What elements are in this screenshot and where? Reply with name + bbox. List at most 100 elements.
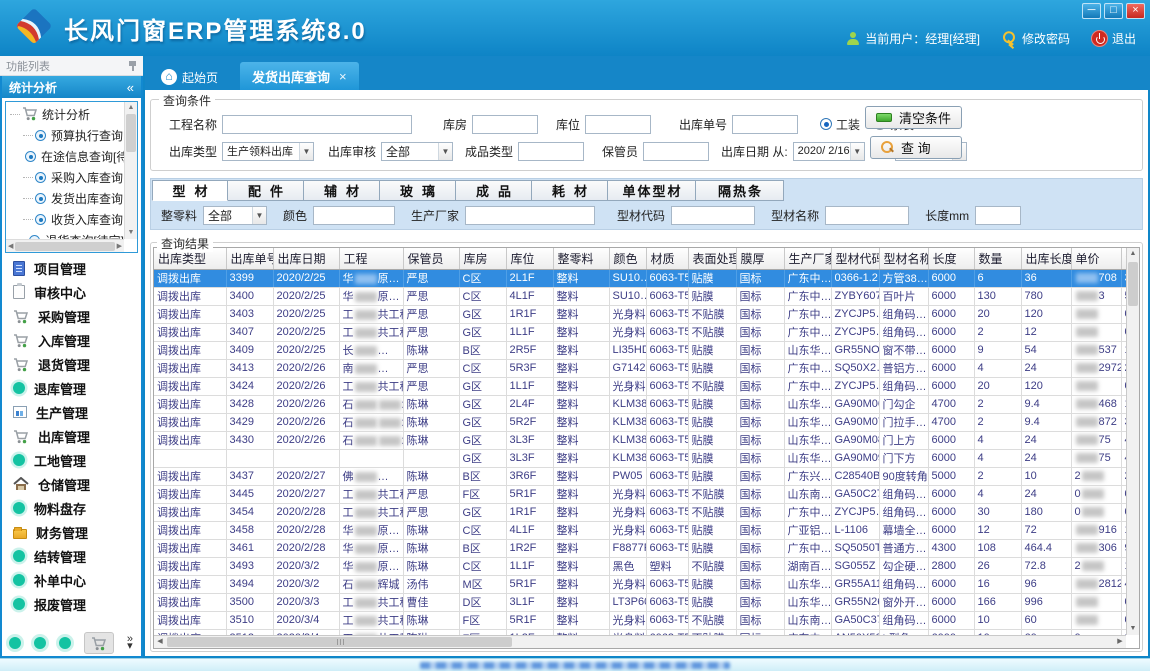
result-row[interactable]: 调拨出库34612020/2/28华原…陈琳B区1R2F整料F8877FT606… — [154, 539, 1126, 557]
material-tab-单体型材[interactable]: 单体型材 — [608, 180, 696, 201]
product-type-input[interactable] — [518, 142, 584, 161]
section-header[interactable]: 统计分析 « — [2, 76, 141, 98]
tree-item[interactable]: 采购入库查询 — [10, 167, 124, 188]
result-row[interactable]: 调拨出库34292020/2/26石城陈琳G区5R2F整料KLM38176063… — [154, 413, 1126, 431]
column-header[interactable]: 长度 — [928, 248, 974, 269]
out-audit-select[interactable]: 全部▼ — [381, 142, 453, 161]
sidebar-item-退库管理[interactable]: 退库管理 — [2, 376, 141, 400]
code-input[interactable] — [671, 206, 755, 225]
result-row[interactable]: 调拨出库34092020/2/25长…陈琳B区2R5F整料LI35HD6063-… — [154, 341, 1126, 359]
location-input[interactable] — [585, 115, 651, 134]
grid-vertical-scrollbar[interactable]: ▲ ▼ — [1126, 248, 1139, 635]
result-row[interactable]: 调拨出库34002020/2/25华原…严思C区4L1F整料SU10…6063-… — [154, 287, 1126, 305]
tree-horizontal-scrollbar[interactable]: ◀▶ — [6, 239, 124, 252]
column-header[interactable]: 出库单号 — [226, 248, 273, 269]
result-row[interactable]: 调拨出库35102020/3/4工共工程陈琳F区5R1F整料光身料6063-T5… — [154, 611, 1126, 629]
result-row[interactable]: 调拨出库34242020/2/26工共工程严思G区1L1F整料光身料6063-T… — [154, 377, 1126, 395]
result-row[interactable]: 调拨出库34372020/2/27佛…陈琳B区3R6F整料PW056063-T5… — [154, 467, 1126, 485]
sidebar-item-财务管理[interactable]: 财务管理 — [2, 520, 141, 544]
nav-dot-icon[interactable] — [9, 637, 21, 649]
column-header[interactable]: 保管员 — [403, 248, 459, 269]
tree-item[interactable]: 收货入库查询 — [10, 209, 124, 230]
sidebar-item-出库管理[interactable]: 出库管理 — [2, 424, 141, 448]
sidebar-item-报废管理[interactable]: 报废管理 — [2, 592, 141, 616]
tab-close-icon[interactable]: × — [339, 69, 347, 84]
order-no-input[interactable] — [732, 115, 798, 134]
material-tab-隔热条[interactable]: 隔热条 — [696, 180, 784, 201]
keeper-input[interactable] — [643, 142, 709, 161]
project-input[interactable] — [222, 115, 412, 134]
column-header[interactable]: 表面处理 — [688, 248, 736, 269]
sidebar-item-工地管理[interactable]: 工地管理 — [2, 448, 141, 472]
result-row[interactable]: 调拨出库34072020/2/25工共工程严思G区1L1F整料光身料6063-T… — [154, 323, 1126, 341]
nav-dot-icon[interactable] — [34, 637, 46, 649]
result-row[interactable]: 调拨出库34282020/2/26石城陈琳G区2L4F整料KLM38176063… — [154, 395, 1126, 413]
material-tab-玻璃[interactable]: 玻璃 — [380, 180, 456, 201]
overflow-chevron[interactable]: »▾ — [127, 636, 133, 650]
clear-conditions-button[interactable]: 清空条件 — [865, 106, 962, 129]
column-header[interactable]: 出库长度 — [1021, 248, 1071, 269]
column-header[interactable]: 材质 — [646, 248, 688, 269]
pin-icon[interactable] — [128, 60, 137, 71]
result-row[interactable]: 调拨出库34452020/2/27工共工程严思F区5R1F整料光身料6063-T… — [154, 485, 1126, 503]
tab-shipment-query[interactable]: 发货出库查询 × — [240, 62, 359, 90]
change-password-button[interactable]: 修改密码 — [1002, 30, 1070, 47]
result-row[interactable]: 调拨出库34302020/2/26石城陈琳G区3L3F整料KLM38176063… — [154, 431, 1126, 449]
tree-item[interactable]: 退货查询[待定] — [10, 230, 124, 239]
column-header[interactable]: 单价 — [1071, 248, 1121, 269]
name-input[interactable] — [825, 206, 909, 225]
sidebar-item-采购管理[interactable]: 采购管理 — [2, 304, 141, 328]
date-from-select[interactable]: 2020/ 2/16▼ — [793, 142, 865, 161]
result-row[interactable]: 调拨出库34032020/2/25工共工程严思G区1R1F整料光身料6063-T… — [154, 305, 1126, 323]
column-header[interactable]: 生产厂家 — [784, 248, 831, 269]
column-header[interactable]: 颜色 — [609, 248, 646, 269]
radio-workwear[interactable]: 工装 — [820, 116, 860, 133]
sidebar-item-入库管理[interactable]: 入库管理 — [2, 328, 141, 352]
collapse-icon[interactable]: « — [127, 80, 134, 95]
column-header[interactable]: 型材名称 — [879, 248, 928, 269]
result-row[interactable]: 调拨出库35002020/3/3工共工程曹佳D区3L1F整料LT3P606063… — [154, 593, 1126, 611]
logout-button[interactable]: 退出 — [1092, 30, 1136, 47]
sidebar-item-结转管理[interactable]: 结转管理 — [2, 544, 141, 568]
result-row[interactable]: G区3L3F整料KLM38176063-T5贴膜国标山东华…GA90M09…门下… — [154, 449, 1126, 467]
result-row[interactable]: 调拨出库34942020/3/2石辉城汤伟M区5R1F整料光身料6063-T5贴… — [154, 575, 1126, 593]
tree-vertical-scrollbar[interactable]: ▲ ▼ — [124, 102, 137, 239]
tab-home[interactable]: ⌂ 起始页 — [153, 64, 226, 90]
tree-root[interactable]: 统计分析 — [10, 104, 124, 125]
grid-horizontal-scrollbar[interactable]: ◀ ▶ — [154, 635, 1126, 648]
result-row[interactable]: 调拨出库33992020/2/25华原…严思C区2L1F整料SU10…6063-… — [154, 269, 1126, 287]
tree-item[interactable]: 预算执行查询 — [10, 125, 124, 146]
cart-nav-button[interactable] — [84, 632, 114, 654]
material-tab-成品[interactable]: 成品 — [456, 180, 532, 201]
maker-input[interactable] — [465, 206, 595, 225]
column-header[interactable]: 数量 — [974, 248, 1021, 269]
column-header[interactable]: 库房 — [459, 248, 506, 269]
column-header[interactable]: 库位 — [506, 248, 553, 269]
tree-item[interactable]: 在途信息查询[待定] — [10, 146, 124, 167]
result-row[interactable]: 调拨出库34582020/2/28华原…陈琳C区4L1F整料光身料6063-T5… — [154, 521, 1126, 539]
material-tab-辅材[interactable]: 辅材 — [304, 180, 380, 201]
material-tab-耗材[interactable]: 耗材 — [532, 180, 608, 201]
close-button[interactable]: × — [1126, 3, 1145, 19]
material-tab-配件[interactable]: 配件 — [228, 180, 304, 201]
integral-select[interactable]: 全部▼ — [203, 206, 267, 225]
result-row[interactable]: 调拨出库34542020/2/28工共工程严思G区1R1F整料光身料6063-T… — [154, 503, 1126, 521]
result-row[interactable]: 调拨出库34932020/3/2华原…陈琳C区1L1F整料黑色塑料不贴膜国标湖南… — [154, 557, 1126, 575]
sidebar-item-项目管理[interactable]: 项目管理 — [2, 256, 141, 280]
column-header[interactable]: 工程 — [339, 248, 403, 269]
column-header[interactable]: 膜厚 — [736, 248, 784, 269]
nav-dot-icon[interactable] — [59, 637, 71, 649]
column-header[interactable]: 整零料 — [553, 248, 609, 269]
sidebar-item-仓储管理[interactable]: 仓储管理 — [2, 472, 141, 496]
length-input[interactable] — [975, 206, 1021, 225]
search-button[interactable]: 查 询 — [870, 136, 962, 159]
column-header[interactable]: 型材代码 — [831, 248, 879, 269]
sidebar-item-物料盘存[interactable]: 物料盘存 — [2, 496, 141, 520]
out-type-select[interactable]: 生产领料出库▼ — [222, 142, 314, 161]
minimize-button[interactable]: ─ — [1082, 3, 1101, 19]
sidebar-item-补单中心[interactable]: 补单中心 — [2, 568, 141, 592]
column-header[interactable]: 出库日期 — [273, 248, 339, 269]
material-tab-型材[interactable]: 型材 — [152, 180, 228, 201]
maximize-button[interactable]: □ — [1104, 3, 1123, 19]
warehouse-input[interactable] — [472, 115, 538, 134]
